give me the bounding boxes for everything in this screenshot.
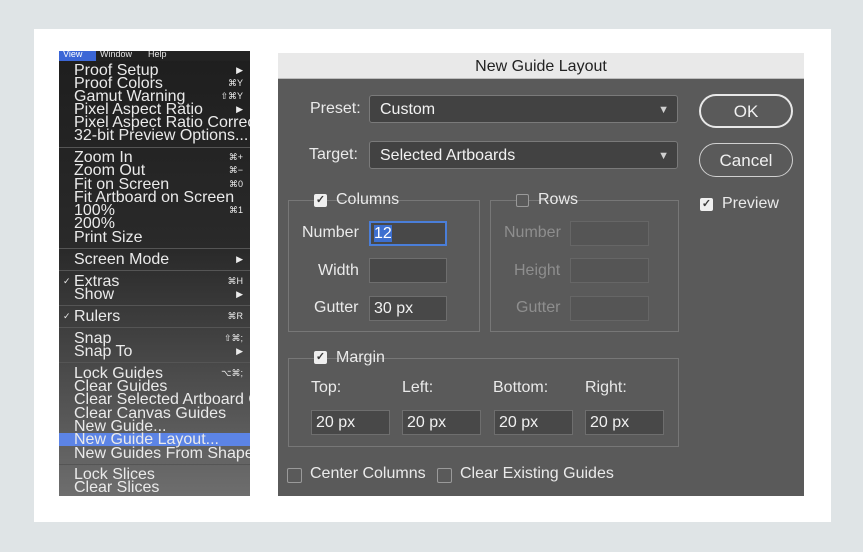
rows-number-input[interactable]	[570, 221, 649, 246]
rows-gutter-label: Gutter	[516, 299, 561, 316]
margin-bottom-label: Bottom:	[493, 379, 549, 396]
margin-right-input[interactable]: 20 px	[585, 410, 664, 435]
menubar-window[interactable]: Window	[100, 51, 132, 61]
columns-gutter-input[interactable]: 30 px	[369, 296, 447, 321]
menu-separator	[59, 270, 250, 271]
target-value: Selected Artboards	[380, 147, 516, 164]
menu-item-rulers[interactable]: ✓ Rulers ⌘R	[59, 309, 250, 325]
menubar-help[interactable]: Help	[148, 51, 167, 61]
menu-item-clear-slices: Clear Slices	[74, 479, 160, 496]
chevron-down-icon: ▼	[658, 150, 669, 162]
margin-bottom-input[interactable]: 20 px	[494, 410, 573, 435]
view-menu: View Window Help Proof Setup ▶ Proof Colo…	[59, 51, 250, 496]
menu-item-screen-mode[interactable]: Screen Mode ▶	[59, 252, 250, 268]
new-guide-layout-dialog: New Guide Layout Preset: Custom ▼ Target…	[278, 53, 804, 496]
preset-label: Preset:	[310, 100, 361, 117]
margin-title: Margin	[336, 349, 385, 366]
preset-select[interactable]: Custom ▼	[369, 95, 678, 123]
cancel-button[interactable]: Cancel	[699, 143, 793, 177]
margin-left-label: Left:	[402, 379, 434, 396]
margin-top-label: Top:	[311, 379, 342, 396]
columns-width-input[interactable]	[369, 258, 447, 283]
menu-item-snap-to[interactable]: Snap To ▶	[59, 344, 250, 360]
menu-separator	[59, 147, 250, 148]
margin-left-input[interactable]: 20 px	[402, 410, 481, 435]
center-columns-label: Center Columns	[310, 465, 426, 482]
preview-label: Preview	[722, 195, 779, 212]
margin-right-label: Right:	[585, 379, 627, 396]
columns-number-input[interactable]: 12	[369, 221, 447, 246]
clear-existing-guides-checkbox[interactable]	[437, 468, 452, 483]
rows-gutter-input[interactable]	[570, 296, 649, 321]
columns-gutter-label: Gutter	[314, 299, 359, 316]
menu-item-print-size[interactable]: Print Size	[59, 230, 250, 246]
ok-button[interactable]: OK	[699, 94, 793, 128]
menu-separator	[59, 305, 250, 306]
rows-height-label: Height	[514, 262, 561, 279]
menu-separator	[59, 327, 250, 328]
target-select[interactable]: Selected Artboards ▼	[369, 141, 678, 169]
menu-item-new-guides-from-shape[interactable]: New Guides From Shape	[59, 446, 250, 462]
menu-separator	[59, 362, 250, 363]
rows-title: Rows	[538, 191, 579, 208]
checkmark-icon: ✓	[63, 311, 71, 321]
columns-checkbox[interactable]: ✓	[314, 194, 327, 207]
columns-width-label: Width	[318, 262, 359, 279]
preview-checkbox[interactable]: ✓	[700, 198, 713, 211]
margin-checkbox[interactable]: ✓	[314, 351, 327, 364]
columns-title: Columns	[336, 191, 400, 208]
menubar-view[interactable]: View	[59, 51, 96, 61]
menu-separator	[59, 464, 250, 465]
menu-item-32bit-preview: 32-bit Preview Options...	[74, 127, 249, 144]
clear-existing-guides-label: Clear Existing Guides	[460, 465, 614, 482]
target-label: Target:	[309, 146, 358, 163]
rows-checkbox[interactable]	[516, 194, 529, 207]
chevron-down-icon: ▼	[658, 104, 669, 116]
menu-separator	[59, 248, 250, 249]
columns-number-label: Number	[302, 224, 359, 241]
rows-number-label: Number	[504, 224, 561, 241]
preset-value: Custom	[380, 101, 436, 118]
rows-height-input[interactable]	[570, 258, 649, 283]
menu-item-show[interactable]: Show ▶	[59, 287, 250, 303]
checkmark-icon: ✓	[63, 276, 71, 286]
menu-bar: View Window Help	[59, 51, 250, 61]
dialog-title: New Guide Layout	[278, 53, 804, 79]
center-columns-checkbox[interactable]	[287, 468, 302, 483]
margin-top-input[interactable]: 20 px	[311, 410, 390, 435]
